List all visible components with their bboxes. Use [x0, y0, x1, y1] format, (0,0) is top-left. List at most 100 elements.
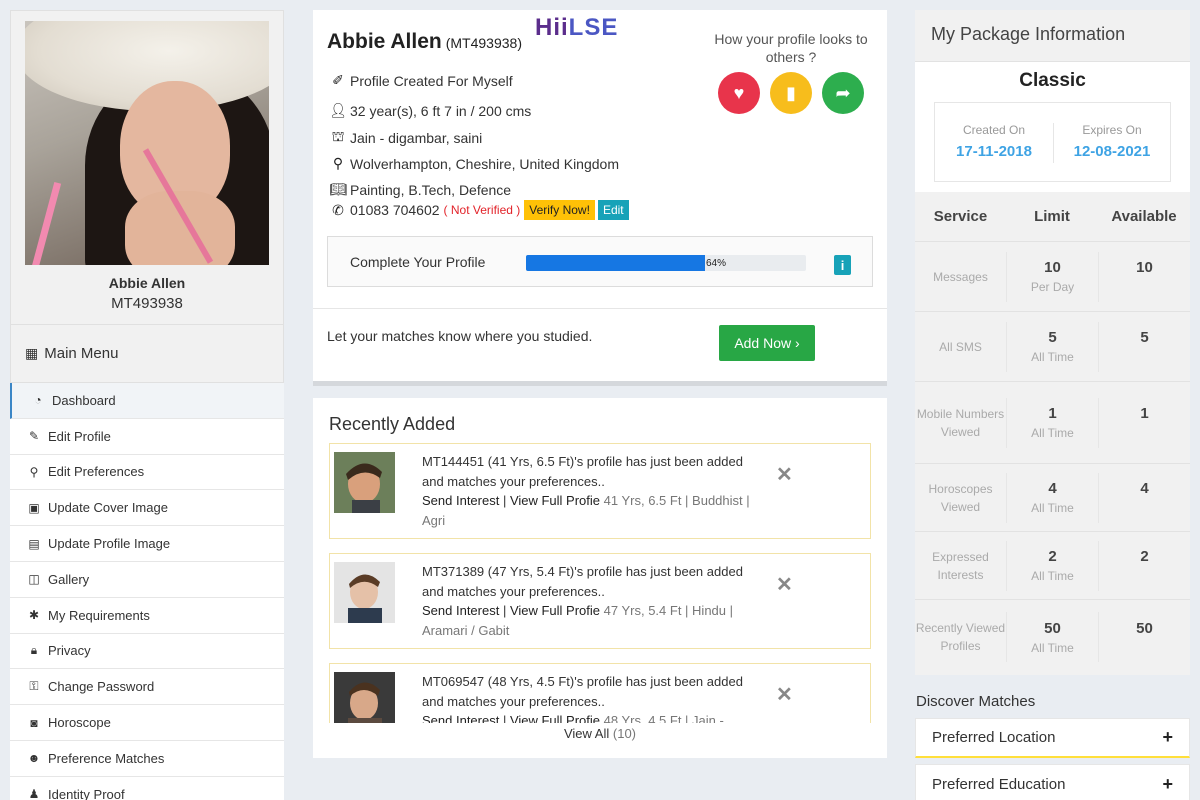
age-height-text: 32 year(s), 6 ft 7 in / 200 cms [350, 102, 532, 119]
sidebar-item-label: My Requirements [48, 607, 150, 623]
view-full-profile-link[interactable]: View Full Profie [510, 493, 600, 508]
profile-completion-box: Complete Your Profile 64% i [327, 236, 873, 287]
sidebar-item-label: Privacy [48, 643, 91, 659]
sidebar-item-change-password[interactable]: ⚿ Change Password [10, 669, 284, 706]
recently-added-list[interactable]: MT144451 (41 Yrs, 6.5 Ft)'s profile has … [329, 443, 871, 723]
sidebar-item-label: Change Password [48, 679, 155, 695]
limit-period: All Time [1031, 350, 1074, 364]
edit-icon: ✎ [28, 429, 40, 444]
close-icon[interactable]: ✕ [776, 572, 793, 597]
sidebar-item-update-profile-image[interactable]: ▤ Update Profile Image [10, 526, 284, 562]
info-button[interactable]: i [834, 255, 851, 275]
verify-now-button[interactable]: Verify Now! [524, 200, 595, 220]
recent-item-headline: MT371389 (47 Yrs, 5.4 Ft)'s profile has … [422, 564, 743, 599]
sidebar-item-edit-preferences[interactable]: ⚲ Edit Preferences [10, 454, 284, 491]
education-text: Painting, B.Tech, Defence [350, 181, 512, 198]
brand-logo[interactable]: HiiLSE [535, 14, 618, 42]
sidebar-item-dashboard[interactable]: ◔ Dashboard [10, 383, 284, 419]
available-value: 50 [1136, 619, 1153, 637]
view-full-profile-link[interactable]: View Full Profie [510, 603, 600, 618]
package-plan-box: Classic Created On 17-11-2018 Expires On… [915, 62, 1190, 192]
close-icon[interactable]: ✕ [776, 682, 793, 707]
accordion-label: Preferred Education [932, 775, 1066, 793]
share-icon: ➦ [835, 82, 851, 103]
limit-period: All Time [1031, 426, 1074, 440]
service-limit: 10 Per Day [1006, 251, 1098, 302]
user-icon: 👤︎ [329, 102, 347, 118]
discover-matches-title: Discover Matches [916, 693, 1036, 710]
sidebar-item-gallery[interactable]: ◫ Gallery [10, 561, 284, 598]
table-row: Expressed Interests 2 All Time 2 [915, 532, 1190, 600]
profile-photo[interactable] [25, 21, 269, 265]
search-icon: ⚲ [29, 464, 39, 479]
book-icon: 📖︎ [329, 181, 347, 197]
list-item: MT371389 (47 Yrs, 5.4 Ft)'s profile has … [329, 553, 871, 649]
expires-on-label: Expires On [1082, 123, 1142, 137]
sidebar-item-label: Horoscope [48, 715, 111, 731]
service-table-header: Service Limit Available [915, 192, 1190, 242]
service-name: Expressed Interests [932, 549, 989, 582]
profile-card: Abbie Allen MT493938 [10, 10, 284, 325]
edit-phone-button[interactable]: Edit [597, 200, 629, 220]
brand-part2: LSE [568, 14, 619, 41]
avatar[interactable] [334, 562, 395, 623]
education-row: 📖︎ Painting, B.Tech, Defence [329, 181, 511, 198]
close-icon[interactable]: ✕ [776, 462, 793, 487]
sidebar-item-privacy[interactable]: 🔒︎ Privacy [10, 633, 284, 670]
avatar[interactable] [334, 672, 395, 723]
view-all-label: View All [563, 726, 610, 741]
send-interest-link[interactable]: Send Interest [422, 493, 499, 508]
pencil-icon: ✐ [332, 72, 344, 88]
table-row: Recently Viewed Profiles 50 All Time 50 [915, 600, 1190, 674]
profile-title: Abbie Allen (MT493938) [327, 30, 522, 54]
view-all-link[interactable]: View All (10) [313, 726, 887, 741]
document-button[interactable]: ▮ [770, 72, 812, 114]
service-limit: 4 All Time [1006, 472, 1098, 523]
limit-period: All Time [1031, 640, 1074, 655]
service-available: 2 [1098, 540, 1190, 591]
share-button[interactable]: ➦ [822, 72, 864, 114]
limit-value: 1 [1048, 405, 1057, 422]
sidebar-item-label: Identity Proof [48, 786, 125, 800]
sidebar-item-label: Edit Preferences [48, 464, 145, 480]
send-interest-link[interactable]: Send Interest [422, 713, 499, 723]
limit-period: All Time [1031, 501, 1074, 515]
sidebar-item-horoscope[interactable]: ◙ Horoscope [10, 705, 284, 741]
accordion-preferred-location[interactable]: Preferred Location + [915, 718, 1190, 758]
profile-completion-fill [526, 255, 706, 271]
sidebar-item-identity-proof[interactable]: ♟ Identity Proof [10, 776, 284, 800]
sidebar-item-label: Preference Matches [48, 750, 165, 766]
limit-value: 2 [1048, 548, 1057, 565]
file-image-icon: ▤ [28, 536, 40, 551]
sidebar-item-my-requirements[interactable]: ✱ My Requirements [10, 597, 284, 634]
accordion-preferred-education[interactable]: Preferred Education + [915, 764, 1190, 800]
sidebar-item-update-cover-image[interactable]: ▣ Update Cover Image [10, 490, 284, 527]
main-menu: ◔ Dashboard ✎ Edit Profile ⚲ Edit Preferenc… [10, 383, 284, 800]
send-interest-link[interactable]: Send Interest [422, 603, 499, 618]
view-full-profile-link[interactable]: View Full Profie [510, 713, 600, 723]
limit-value: 50 [1044, 619, 1061, 637]
accordion-label: Preferred Location [932, 729, 1056, 746]
sidebar-item-edit-profile[interactable]: ✎ Edit Profile [10, 418, 284, 455]
available-value: 5 [1140, 329, 1149, 346]
recent-item-text: MT144451 (41 Yrs, 6.5 Ft)'s profile has … [422, 454, 750, 528]
recently-added-card: Recently Added MT144451 (41 Yrs, 6.5 Ft)… [313, 398, 887, 758]
service-name: Messages [933, 269, 988, 284]
list-icon: ▦ [25, 345, 39, 361]
avatar[interactable] [334, 452, 395, 513]
phone-icon: ✆ [332, 201, 344, 218]
add-now-button[interactable]: Add Now › [719, 325, 815, 361]
heart-button[interactable]: ♥ [718, 72, 760, 114]
sidebar-item-preference-matches[interactable]: ☻ Preference Matches [10, 740, 284, 777]
key-icon: ⚿ [29, 679, 39, 694]
main-menu-header: ▦ Main Menu [10, 325, 284, 383]
right-sidebar: My Package Information Classic Created O… [915, 10, 1190, 800]
gallery-icon: ◫ [28, 572, 40, 587]
expires-on-value: 12-08-2021 [1073, 143, 1151, 160]
plus-icon[interactable]: + [1162, 774, 1173, 795]
service-limit: 50 All Time [1006, 612, 1098, 662]
available-value: 2 [1140, 548, 1149, 565]
table-row: Messages 10 Per Day 10 [915, 242, 1190, 312]
plus-icon[interactable]: + [1162, 727, 1173, 748]
service-name: Recently Viewed Profiles [915, 621, 1006, 653]
